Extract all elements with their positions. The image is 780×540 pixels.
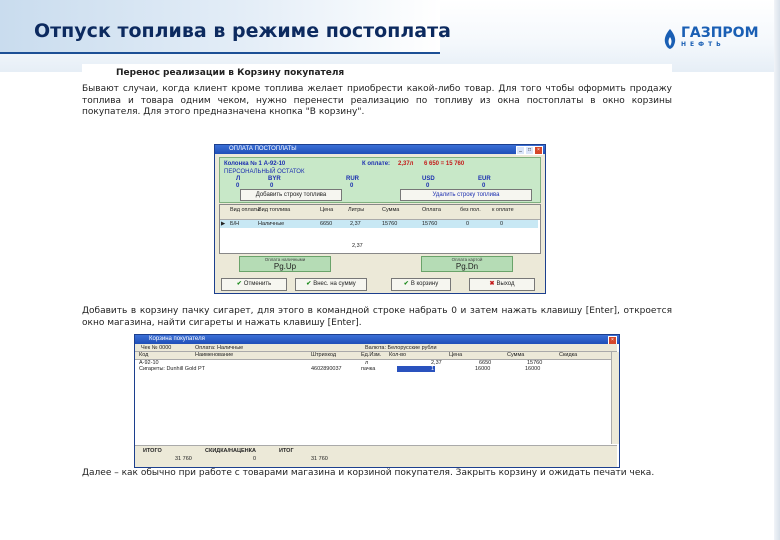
pay-card-key: Pg.Dn bbox=[455, 262, 479, 271]
cart-window-title: Корзина покупателя bbox=[149, 336, 205, 342]
column-header: Вид топлива bbox=[258, 207, 291, 213]
summary-panel: Колонка № 1 А-92-10 К оплате: 2,37л 6 65… bbox=[219, 157, 541, 203]
column-header: Код bbox=[139, 352, 149, 358]
to-cart-button[interactable]: ✔ В корзину bbox=[391, 278, 451, 291]
column-header: Цена bbox=[320, 207, 334, 213]
table-cell: 2,37 bbox=[350, 221, 361, 227]
column-label: Колонка № 1 А-92-10 bbox=[224, 161, 286, 167]
currency-code: EUR bbox=[478, 176, 491, 182]
postpay-window-title: ОПЛАТА ПОСТОПЛАТЫ bbox=[229, 146, 297, 152]
flame-icon bbox=[664, 29, 676, 49]
column-header: Сумма bbox=[507, 352, 525, 358]
cart-toolbar: Чек № 0000 Оплата: Наличные Валюта: Бело… bbox=[135, 344, 617, 352]
discount-label: СКИДКА/НАЦЕНКА bbox=[205, 448, 256, 454]
grand-total-label: ИТОГ bbox=[279, 448, 294, 454]
table-cell: 0 bbox=[466, 221, 470, 227]
grand-total-value: 31 760 bbox=[311, 456, 328, 462]
fuel-table[interactable]: Вид оплаты Вид топлива Цена Литры Сумма … bbox=[219, 204, 541, 254]
exit-label: Выход bbox=[496, 281, 515, 287]
to-pay-calc: 6 650 = 15 760 bbox=[424, 161, 465, 167]
column-header: к оплате bbox=[492, 207, 514, 213]
postpay-window: ОПЛАТА ПОСТОПЛАТЫ _ □ × Колонка № 1 А-92… bbox=[214, 144, 546, 294]
total-label: ИТОГО bbox=[143, 448, 162, 454]
cart-window: Корзина покупателя × Чек № 0000 Оплата: … bbox=[134, 334, 620, 468]
column-header: Кол-во bbox=[389, 352, 407, 358]
currency-code: RUR bbox=[346, 176, 359, 182]
close-icon[interactable]: × bbox=[534, 146, 543, 155]
currency-mode: Валюта: Белорусские рубли bbox=[365, 345, 437, 351]
to-pay-label: К оплате: bbox=[362, 161, 391, 167]
delete-fuel-row-button[interactable]: Удалить строку топлива bbox=[400, 189, 532, 201]
table-cell: 6650 bbox=[320, 221, 333, 227]
currency-code: BYR bbox=[268, 176, 281, 182]
table-cell: Наличные bbox=[258, 221, 285, 227]
cart-footer: ИТОГО 31 760 СКИДКА/НАЦЕНКА 0 ИТОГ 31 76… bbox=[135, 445, 617, 467]
table-cell: 16000 bbox=[525, 366, 541, 372]
receipt-number: Чек № 0000 bbox=[141, 345, 172, 351]
currency-code: USD bbox=[422, 176, 435, 182]
add-fuel-row-button[interactable]: Добавить строку топлива bbox=[240, 189, 342, 201]
instruction-paragraph-3: Далее – как обычно при работе с товарами… bbox=[82, 468, 655, 478]
to-pay-liters: 2,37л bbox=[398, 161, 414, 167]
slide-header: Отпуск топлива в режиме постоплата ГАЗПР… bbox=[0, 0, 780, 72]
pay-cash-key: Pg.Up bbox=[273, 262, 297, 271]
table-cell: 16000 bbox=[475, 366, 491, 372]
column-header: Вид оплаты bbox=[230, 207, 261, 213]
to-cart-label: В корзину bbox=[410, 281, 439, 287]
payment-mode: Оплата: Наличные bbox=[195, 345, 244, 351]
column-header: Штрихкод bbox=[311, 352, 337, 358]
cancel-button[interactable]: ✔ Отменить bbox=[221, 278, 287, 291]
check-icon: ✔ bbox=[236, 281, 242, 287]
column-header: Цена bbox=[449, 352, 463, 358]
quantity-input[interactable] bbox=[397, 366, 435, 372]
table-row[interactable]: Сигареты: Dunhill Gold PT 4602890037 пач… bbox=[135, 366, 609, 372]
table-cell: 0 bbox=[500, 221, 504, 227]
column-header: Скидка bbox=[559, 352, 578, 358]
liters-total: 2,37 bbox=[352, 243, 363, 249]
exit-button[interactable]: ✖ Выход bbox=[469, 278, 535, 291]
table-cell: Сигареты: Dunhill Gold PT bbox=[139, 366, 205, 372]
slide-content: Перенос реализации в Корзину покупателя … bbox=[82, 64, 672, 500]
instruction-heading: Перенос реализации в Корзину покупателя bbox=[116, 68, 345, 78]
column-header: без пол. bbox=[460, 207, 481, 213]
minimize-icon[interactable]: _ bbox=[516, 146, 525, 155]
column-header: Наименование bbox=[195, 352, 234, 358]
cart-table-header: Код Наименование Штрихкод Ед.Изм. Кол-во… bbox=[135, 352, 617, 360]
column-header: Ед.Изм. bbox=[361, 352, 382, 358]
dialog-button-row: ✔ Отменить ✔ Внес. на сумму ✔ В корзину ✖ Вы… bbox=[219, 278, 539, 291]
currency-code: Л bbox=[236, 176, 241, 182]
table-cell: 15760 bbox=[382, 221, 398, 227]
pay-card-button[interactable]: Оплата картой Pg.Dn bbox=[421, 256, 513, 272]
check-icon: ✔ bbox=[306, 281, 312, 287]
maximize-icon[interactable]: □ bbox=[525, 146, 534, 155]
remainder-label: ПЕРСОНАЛЬНЫЙ ОСТАТОК bbox=[224, 169, 305, 175]
table-cell: 1 bbox=[431, 366, 435, 372]
column-header: Оплата bbox=[422, 207, 441, 213]
currency-value: 0 bbox=[350, 183, 354, 189]
row-pointer-icon: ▶ bbox=[221, 221, 226, 227]
instruction-paragraph-1: Бывают случаи, когда клиент кроме топлив… bbox=[82, 84, 672, 117]
pay-sum-button[interactable]: ✔ Внес. на сумму bbox=[295, 278, 367, 291]
instruction-paragraph-2: Добавить в корзину пачку сигарет, для эт… bbox=[82, 306, 672, 328]
pay-sum-label: Внес. на сумму bbox=[313, 281, 356, 287]
table-cell: пачка bbox=[361, 366, 376, 372]
total-value: 31 760 bbox=[175, 456, 192, 462]
slide-edge bbox=[774, 0, 780, 540]
fuel-table-header: Вид оплаты Вид топлива Цена Литры Сумма … bbox=[220, 205, 540, 220]
cross-icon: ✖ bbox=[489, 281, 495, 287]
column-header: Сумма bbox=[382, 207, 400, 213]
column-header: Литры bbox=[348, 207, 365, 213]
table-cell: Б/Н bbox=[230, 221, 240, 227]
scrollbar[interactable] bbox=[611, 352, 619, 444]
table-cell: 4602890037 bbox=[311, 366, 342, 372]
gazprom-neft-logo: ГАЗПРОМ НЕФТЬ bbox=[662, 26, 759, 52]
currency-value: 0 bbox=[236, 183, 240, 189]
pay-cash-button[interactable]: Оплата наличными Pg.Up bbox=[239, 256, 331, 272]
discount-value: 0 bbox=[253, 456, 257, 462]
table-row[interactable]: ▶ Б/Н Наличные 6650 2,37 15760 15760 0 0 bbox=[220, 220, 538, 228]
slide-title: Отпуск топлива в режиме постоплата bbox=[34, 20, 451, 42]
cancel-label: Отменить bbox=[243, 281, 272, 287]
check-icon: ✔ bbox=[403, 281, 409, 287]
table-cell: 15760 bbox=[422, 221, 438, 227]
